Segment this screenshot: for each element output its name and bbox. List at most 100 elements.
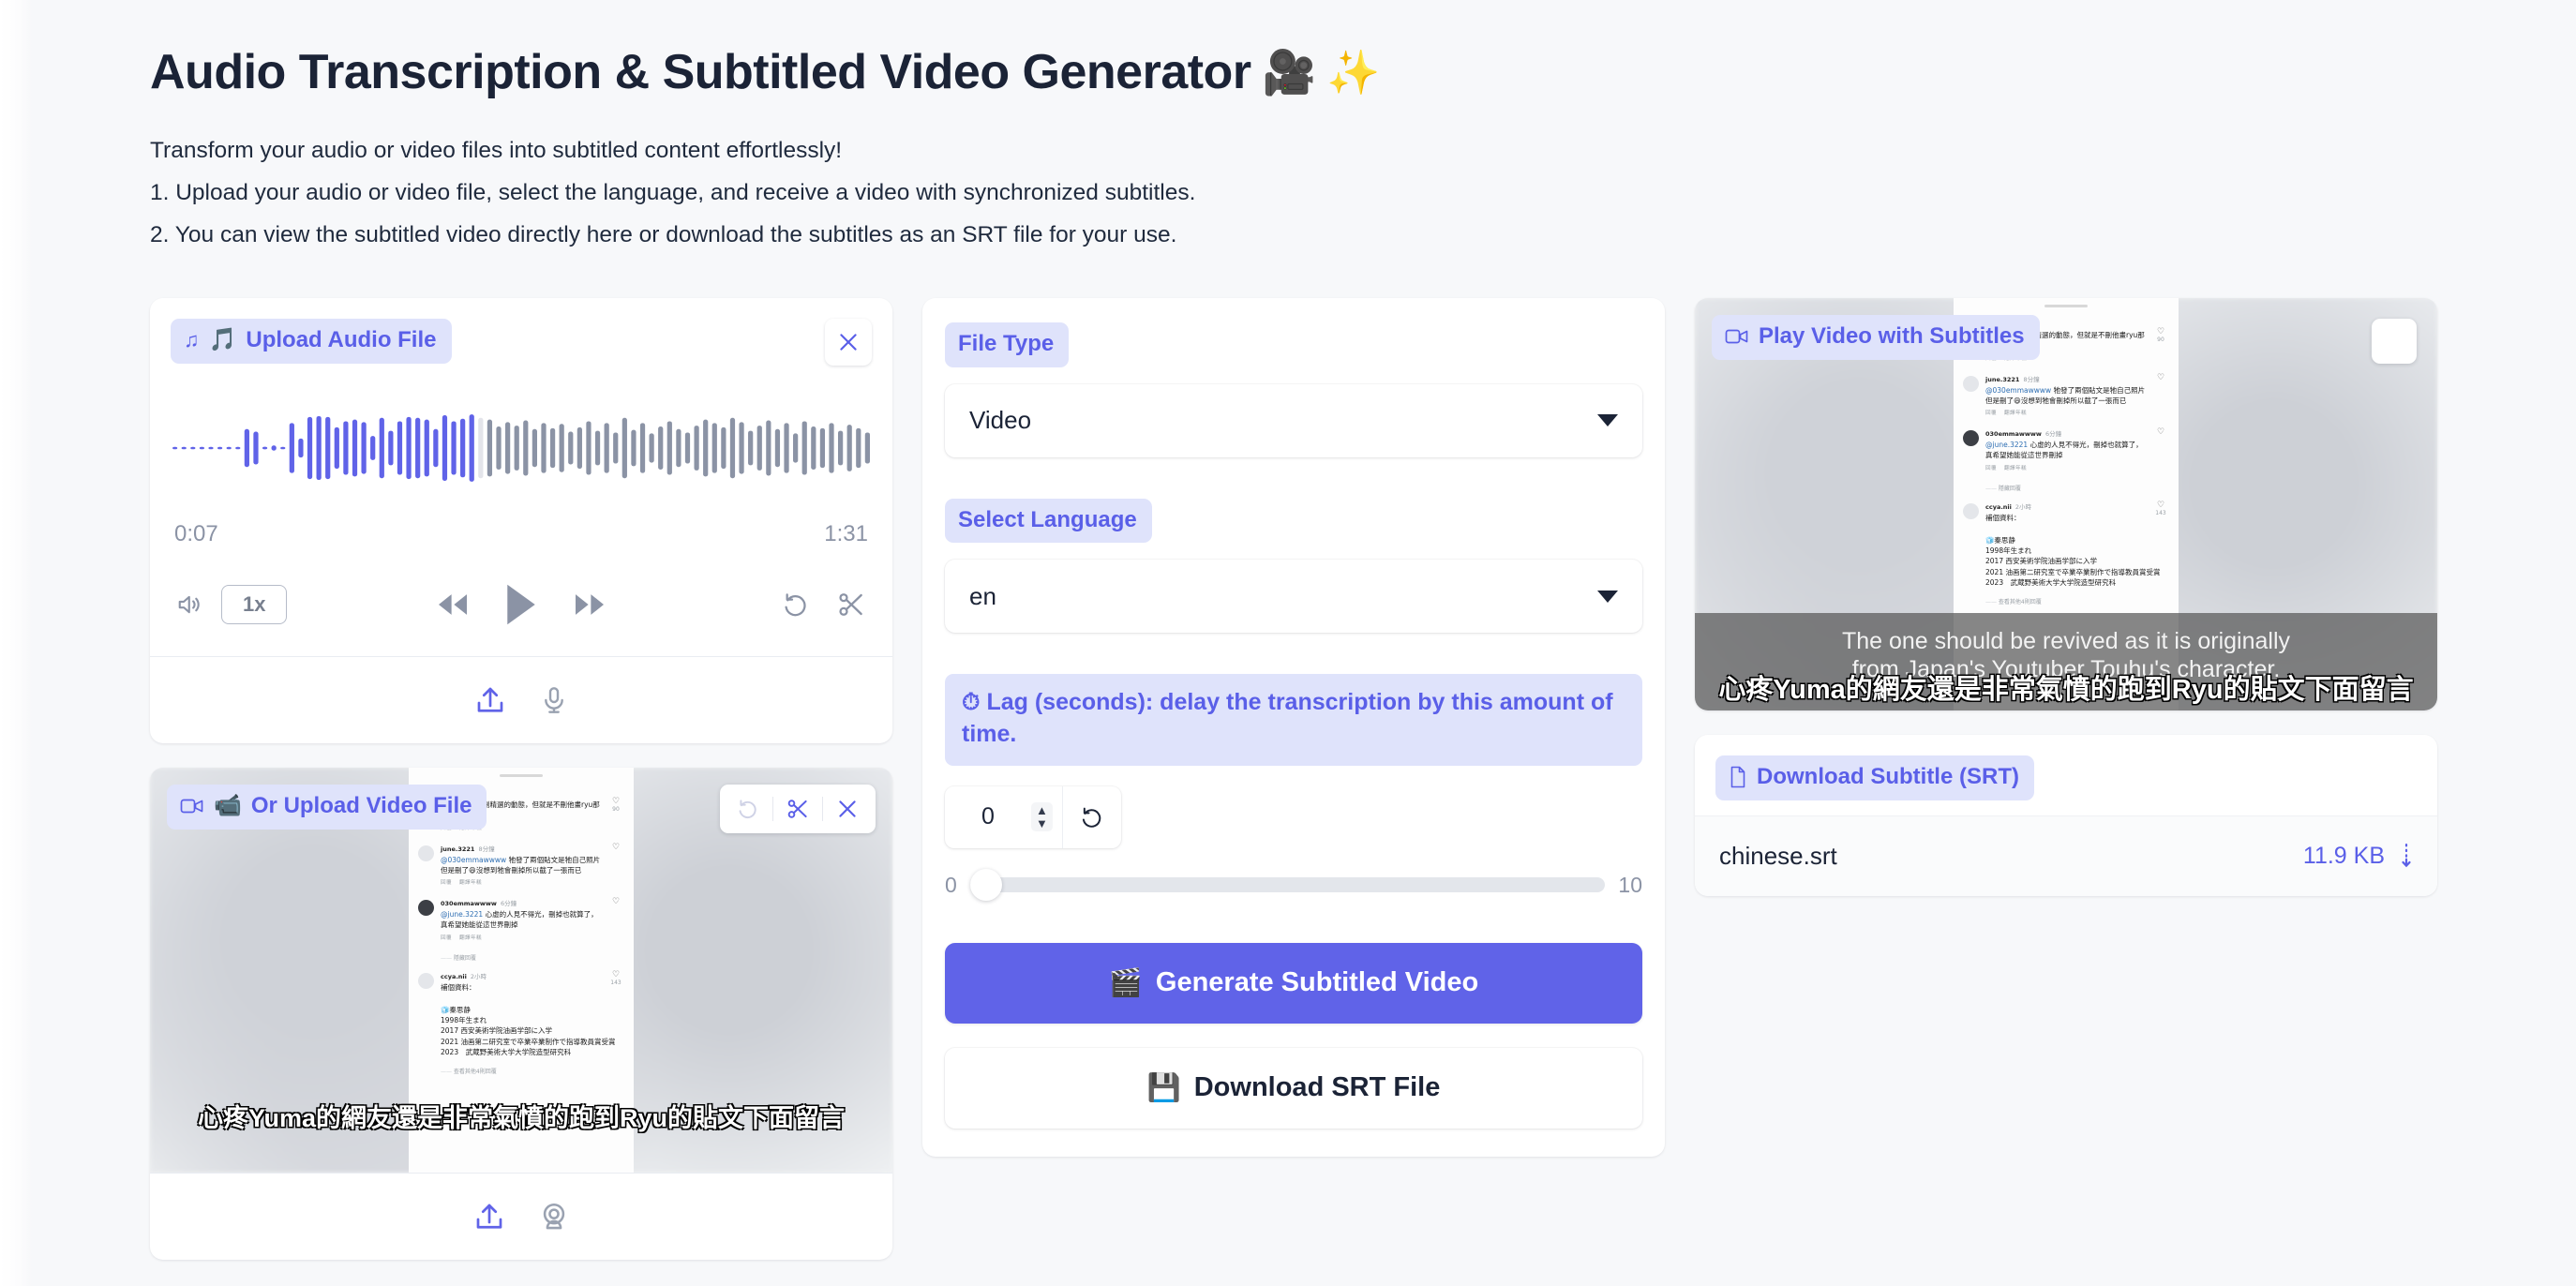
- comment-text: @june.3221 心虛的人見不得光，刪掉也就算了，真希望她能從這世界刪掉: [441, 910, 598, 930]
- lag-field: ⏱ Lag (seconds): delay the transcription…: [945, 674, 1642, 902]
- chevron-down-icon: [1597, 590, 1618, 603]
- slider-thumb[interactable]: [969, 869, 1002, 902]
- comment-author[interactable]: 030emmawwww 6分鐘: [441, 898, 601, 907]
- document-icon: [1730, 766, 1745, 788]
- upload-audio-label-chip: ♫ 🎵 Upload Audio File: [171, 319, 452, 364]
- subtitle-band: The one should be revived as it is origi…: [1695, 613, 2437, 710]
- hide-replies-link[interactable]: 隱藏回覆: [441, 953, 624, 962]
- playback-speed-label: 1x: [243, 592, 266, 616]
- heart-icon[interactable]: ♡: [2152, 501, 2169, 510]
- file-type-select[interactable]: Video: [945, 383, 1642, 457]
- comment-text: @june.3221 心虛的人見不得光，刪掉也就算了，真希望她能從這世界刪掉: [1985, 441, 2143, 460]
- download-subtitle-label: Download Subtitle (SRT): [1757, 764, 2019, 789]
- undo-icon[interactable]: [780, 590, 812, 620]
- play-icon[interactable]: [504, 583, 538, 626]
- comment-actions: 回覆翻譯年糕: [441, 935, 482, 941]
- comment-mention[interactable]: @030emmawwww: [1985, 386, 2051, 395]
- sparkles-icon: ✨: [1326, 48, 1381, 97]
- file-type-label-chip: File Type: [945, 322, 1070, 367]
- download-button-label: Download SRT File: [1193, 1072, 1441, 1103]
- heart-icon[interactable]: ♡: [607, 798, 624, 806]
- audio-waveform[interactable]: [172, 390, 870, 506]
- stepper-up-icon: ▲: [1036, 803, 1048, 817]
- video-source-actions: [150, 1174, 892, 1260]
- undo-video-button[interactable]: [724, 790, 772, 828]
- heart-icon[interactable]: ♡: [607, 970, 624, 979]
- upload-video-card: 📹 Or Upload Video File ，現在持續在刪精選的動態，但就是不…: [150, 768, 892, 1260]
- burned-in-subtitle: 心疼Yuma的網友還是非常氣憤的跑到Ryu的貼文下面留言: [197, 1104, 846, 1133]
- comment-body: ccya.nii 2小時 補個資料：: [1985, 501, 2146, 523]
- like-count: ♡: [607, 898, 624, 941]
- more-replies-link[interactable]: 查看其他4則回覆: [441, 1067, 624, 1075]
- bio-block: 🧊秦思静 1998年生まれ 2017 西安美術学院油画学部に入学 2021 油画第二研…: [1985, 535, 2169, 588]
- scissors-icon[interactable]: [836, 590, 866, 620]
- comment-body: june.3221 8分鐘 @030emmawwww 牠發了兩個貼文是牠自己照片 但…: [441, 844, 601, 887]
- column-middle: File Type Video Select Language en ⏱ Lag…: [922, 298, 1665, 1157]
- comment-actions: 回覆翻譯年糕: [441, 880, 482, 886]
- comment-text: @030emmawwww 牠發了兩個貼文是牠自己照片 但是刪了😄沒想到牠會刪掉所…: [1985, 385, 2146, 405]
- microphone-icon[interactable]: [539, 683, 569, 717]
- comment-author[interactable]: ccya.nii 2小時: [441, 971, 601, 980]
- comment-text: 補個資料：: [441, 982, 476, 992]
- subtitle-file-row[interactable]: chinese.srt 11.9 KB: [1695, 815, 2437, 896]
- lag-stepper[interactable]: ▲ ▼: [1031, 802, 1053, 832]
- like-count: ♡ 90: [607, 798, 624, 831]
- comment-author[interactable]: 030emmawwww 6分鐘: [1985, 428, 2146, 438]
- heart-icon[interactable]: ♡: [2152, 328, 2169, 336]
- subtitled-video-stage[interactable]: ，現在持續在刪精選的動態，但就是不刪他畫ryu那幅貼文喔回覆翻譯年糕♡90jun…: [1695, 298, 2437, 710]
- play-video-label-chip: Play Video with Subtitles: [1712, 315, 2040, 360]
- subtitle-file-meta: 11.9 KB: [2303, 842, 2413, 870]
- comment-actions: 回覆翻譯年糕: [1985, 411, 2027, 416]
- like-count: ♡: [2152, 373, 2169, 417]
- comment-time: 2小時: [470, 972, 487, 980]
- comment-mention[interactable]: @june.3221: [441, 910, 483, 919]
- app-root: Audio Transcription & Subtitled Video Ge…: [0, 0, 2576, 1286]
- video-fullscreen-button[interactable]: [2372, 319, 2417, 364]
- bio-line: 2021 油画第二研究室で卒業卒業制作で指導教員賞受賞: [1985, 567, 2161, 576]
- lag-number-input[interactable]: 0 ▲ ▼: [945, 785, 1121, 848]
- comment-author[interactable]: june.3221 8分鐘: [1985, 374, 2146, 383]
- video-edit-toolbar: [720, 785, 876, 833]
- comment-mention[interactable]: @june.3221: [1985, 441, 2028, 449]
- webcam-icon[interactable]: [538, 1200, 570, 1234]
- upload-icon[interactable]: [473, 683, 507, 717]
- playback-speed-button[interactable]: 1x: [221, 585, 288, 624]
- language-value: en: [969, 581, 996, 610]
- audio-card-header: ♫ 🎵 Upload Audio File: [171, 319, 872, 366]
- lag-slider-row: 0 10: [945, 869, 1642, 902]
- language-select[interactable]: en: [945, 560, 1642, 634]
- column-right: Play Video with Subtitles ，現在持續在刪精選的動態，但…: [1695, 298, 2437, 896]
- comment-mention[interactable]: @030emmawwww: [441, 856, 506, 864]
- upload-icon[interactable]: [472, 1200, 506, 1234]
- rewind-icon[interactable]: [433, 591, 472, 619]
- download-srt-button[interactable]: 💾 Download SRT File: [945, 1047, 1642, 1129]
- heart-icon[interactable]: ♡: [2152, 428, 2169, 437]
- fast-forward-icon[interactable]: [570, 591, 609, 619]
- heart-icon[interactable]: ♡: [607, 898, 624, 906]
- trim-video-button[interactable]: [773, 790, 822, 828]
- file-type-value: Video: [969, 406, 1032, 435]
- lag-reset-button[interactable]: [1063, 804, 1121, 830]
- comment-author[interactable]: ccya.nii 2小時: [1985, 501, 2146, 511]
- hide-replies-link[interactable]: 隱藏回覆: [1985, 484, 2169, 492]
- comment-item: 030emmawwww 6分鐘 @june.3221 心虛的人見不得光，刪掉也就算了…: [418, 898, 624, 941]
- file-type-field: File Type Video: [945, 322, 1642, 457]
- generate-button-label: Generate Subtitled Video: [1155, 967, 1479, 998]
- like-count: ♡ 143: [607, 970, 624, 993]
- more-replies-link[interactable]: 查看其他4則回覆: [1985, 597, 2169, 606]
- bio-line: 🧊秦思静: [441, 1005, 471, 1014]
- heart-icon[interactable]: ♡: [2152, 373, 2169, 382]
- lag-slider[interactable]: [969, 869, 1606, 902]
- language-label: Select Language: [958, 506, 1137, 532]
- volume-icon[interactable]: [174, 591, 206, 619]
- bio-block: 🧊秦思静 1998年生まれ 2017 西安美術学院油画学部に入学 2021 油画第二研…: [441, 1005, 624, 1057]
- download-icon[interactable]: [2400, 842, 2413, 870]
- close-video-button[interactable]: [823, 790, 872, 828]
- generate-subtitled-video-button[interactable]: 🎬 Generate Subtitled Video: [945, 942, 1642, 1024]
- heart-icon[interactable]: ♡: [607, 843, 624, 852]
- subtitle-english-line-1: The one should be revived as it is origi…: [1841, 628, 2291, 654]
- total-time: 1:31: [824, 521, 868, 546]
- comment-author[interactable]: june.3221 8分鐘: [441, 844, 601, 853]
- upload-audio-emoji: 🎵: [208, 327, 237, 352]
- close-audio-button[interactable]: [825, 319, 872, 366]
